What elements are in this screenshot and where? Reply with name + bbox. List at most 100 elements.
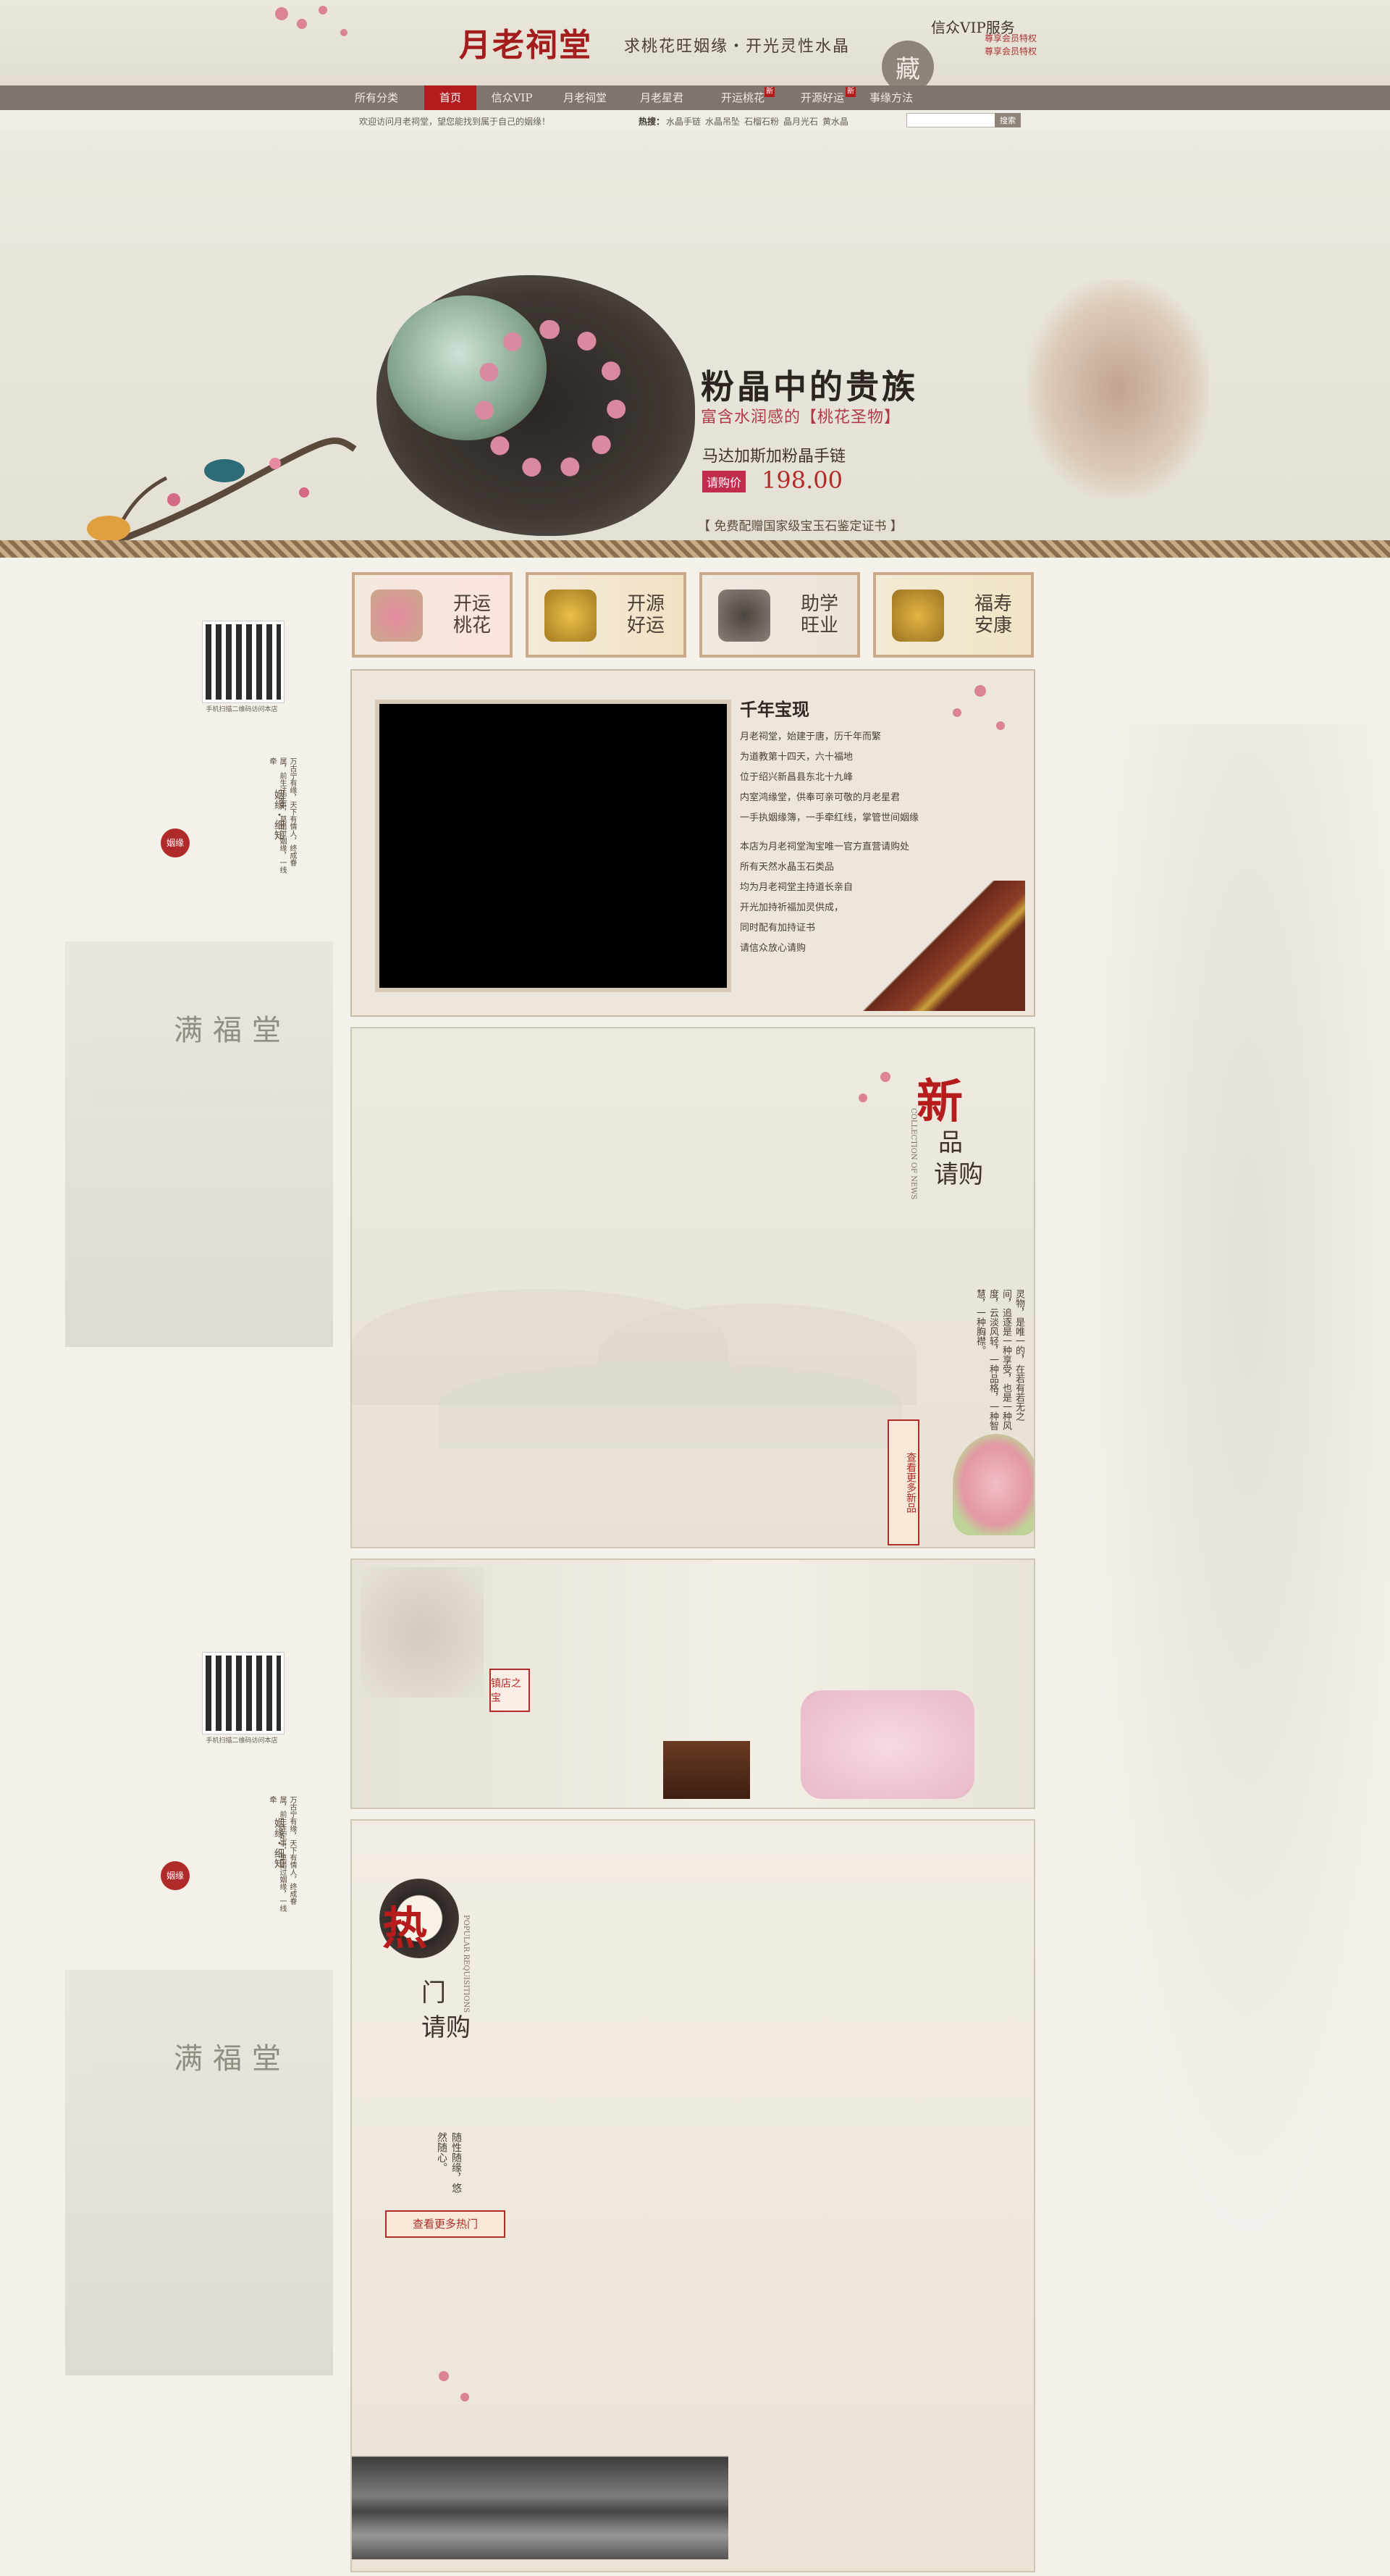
rope-border: [0, 540, 1390, 558]
nav-vip[interactable]: 信众VIP: [481, 85, 543, 110]
welcome-text: 欢迎访问月老祠堂，望您能找到属于自己的姻缘！: [359, 117, 551, 127]
hero-subheadline: 富含水润感的【桃花圣物】: [701, 404, 901, 427]
about-text-line: 请信众放心请购: [740, 943, 806, 954]
hot-search-link[interactable]: 水晶吊坠: [705, 115, 740, 127]
plum-blossom: [880, 1072, 890, 1082]
qr-caption: 手机扫描二维码访问本店: [206, 706, 278, 713]
vip-service-line: 尊享会员特权: [985, 46, 1037, 56]
hot-section-english: POPULAR REQUISITIONS: [462, 1915, 470, 2013]
about-title: 千年宝现: [740, 699, 809, 720]
category-wealth[interactable]: 开源 好运: [526, 572, 686, 658]
vip-seal: 藏: [882, 41, 934, 85]
about-section: 千年宝现 月老祠堂，始建于唐，历千年而繁 为道教第十四天，六十福地 位于绍兴新昌…: [350, 669, 1035, 1017]
category-label-line: 旺业: [800, 615, 838, 637]
sidebar-brand-vertical: 姻缘・细知: [273, 1818, 285, 1868]
search-input[interactable]: [906, 113, 999, 127]
certificate-note: 【 免费配赠国家级宝玉石鉴定证书 】: [698, 519, 903, 534]
hot-search-label: 热搜：: [639, 117, 665, 127]
hot-search-link[interactable]: 水晶手链: [666, 115, 701, 127]
category-label-line: 福寿: [974, 593, 1012, 615]
category-label-line: 桃花: [452, 615, 491, 637]
hero-headline: 粉晶中的贵族: [701, 367, 918, 406]
category-label-line: 好运: [626, 615, 665, 637]
hot-search-link[interactable]: 黄水晶: [822, 115, 848, 127]
hero-sub-highlight: 【桃花圣物】: [801, 408, 901, 427]
qr-caption: 手机扫描二维码访问本店: [206, 1737, 278, 1745]
search-button[interactable]: 搜索: [995, 113, 1021, 127]
hot-search-link[interactable]: 晶月光石: [783, 115, 818, 127]
category-peach-blossom[interactable]: 开运 桃花: [352, 572, 513, 658]
hot-items-section: 热 POPULAR REQUISITIONS 门 请购 随性随缘，悠然随心。 查…: [350, 1819, 1035, 2572]
building-sign: 满福堂: [174, 2042, 291, 2076]
nav-temple[interactable]: 月老祠堂: [550, 85, 620, 110]
new-section-title-line: 请购: [934, 1160, 983, 1189]
top-header: 月老祠堂 求桃花旺姻缘・开光灵性水晶 藏 信众VIP服务 尊享会员特权 尊享会员…: [0, 0, 1390, 85]
about-text-line: 内室鸿缘堂，供奉可亲可敬的月老星君: [740, 792, 901, 803]
about-text-line: 月老祠堂，始建于唐，历千年而繁: [740, 731, 882, 742]
category-longevity[interactable]: 福寿 安康: [873, 572, 1034, 658]
about-text-line: 位于绍兴新昌县东北十九峰: [740, 772, 854, 783]
yuelao-figure-image: [1028, 280, 1209, 497]
view-more-hot-button[interactable]: 查看更多热门: [385, 2210, 505, 2238]
price-label: 请购价: [702, 471, 746, 492]
new-section-poem: 灵物，是唯一的，在若有若无之间，追逐是一种享受，也是一种风度，云淡风轻，一种品格…: [974, 1289, 1024, 1430]
plum-blossom: [275, 7, 288, 20]
nav-methods[interactable]: 事缘方法: [859, 85, 924, 110]
nav-all-categories[interactable]: 所有分类: [340, 85, 413, 110]
category-study-career[interactable]: 助学 旺业: [699, 572, 860, 658]
hot-search-link[interactable]: 石榴石粉: [744, 115, 779, 127]
vip-service-line: 尊享会员特权: [985, 33, 1037, 43]
peach-blossom-icon: [371, 590, 423, 642]
pink-crystal-bracelet-image: [474, 320, 626, 479]
new-section-english: COLLECTION OF NEWS: [909, 1108, 917, 1200]
about-text-line: 同时配有加持证书: [740, 923, 816, 934]
about-text-line: 开光加持祈福加灵供成，: [740, 902, 844, 913]
about-text-line: 本店为月老祠堂淘宝唯一官方直营请购处: [740, 842, 910, 852]
new-badge: 新: [846, 87, 856, 97]
sidebar-brand-vertical: 姻缘・细知: [273, 789, 285, 840]
brand-logo[interactable]: 月老祠堂: [459, 19, 592, 65]
nav-yuelao[interactable]: 月老星君: [627, 85, 696, 110]
plum-blossom: [297, 19, 307, 29]
about-text-line: 所有天然水晶玉石类品: [740, 862, 835, 873]
plum-blossom: [953, 708, 961, 717]
hot-section-title-line: 门: [421, 1979, 446, 2007]
tiled-roof-image: [352, 2400, 728, 2559]
plum-branch-birds-illustration: [87, 437, 357, 543]
hero-banner[interactable]: 粉晶中的贵族 富含水润感的【桃花圣物】 马达加斯加粉晶手链 请购价 198.00…: [0, 130, 1390, 543]
new-badge: 新: [764, 87, 775, 97]
nav-home[interactable]: 首页: [424, 85, 476, 110]
slogan: 求桃花旺姻缘・开光灵性水晶: [624, 38, 851, 56]
about-text-line: 为道教第十四天，六十福地: [740, 752, 854, 763]
ruyi-icon: [892, 590, 944, 642]
category-label-line: 开运: [452, 593, 491, 615]
mountain-silhouette: [439, 1362, 902, 1448]
featured-banner[interactable]: 镇店之宝: [350, 1558, 1035, 1809]
category-label: 福寿 安康: [974, 593, 1012, 637]
temple-roof-image: [859, 881, 1025, 1011]
new-section-title-line: 品: [938, 1128, 963, 1157]
main-nav: 所有分类 首页 信众VIP 月老祠堂 月老星君 开运桃花 新 开源好运 新 事缘…: [0, 85, 1390, 110]
plum-blossom: [996, 721, 1005, 730]
building-sign: 满福堂: [174, 1014, 291, 1047]
category-label: 开源 好运: [627, 593, 665, 637]
new-section-char: 新: [917, 1075, 963, 1129]
plum-blossom: [859, 1094, 867, 1102]
category-label: 开运 桃花: [453, 593, 491, 637]
temple-building-image: 满福堂: [65, 941, 333, 1347]
plum-blossom: [439, 2371, 449, 2381]
hero-sub-prefix: 富含水润感的: [701, 408, 801, 427]
view-more-new-button[interactable]: 查看更多新品: [888, 1419, 919, 1545]
qr-code[interactable]: [203, 1653, 284, 1734]
temple-statue-image: [361, 1567, 484, 1698]
hot-section-poem: 随性随缘，悠然随心。: [436, 2132, 462, 2193]
about-text-line: 均为月老祠堂主持道长亲自: [740, 882, 854, 893]
sidebar-seal: 姻缘: [161, 1861, 190, 1890]
video-player[interactable]: [375, 700, 731, 992]
plum-blossom: [319, 6, 327, 14]
category-label-line: 开源: [626, 593, 665, 615]
qr-code[interactable]: [203, 621, 284, 702]
plum-blossom: [340, 29, 348, 36]
graduation-cap-icon: [718, 590, 770, 642]
gold-ingot-icon: [544, 590, 597, 642]
